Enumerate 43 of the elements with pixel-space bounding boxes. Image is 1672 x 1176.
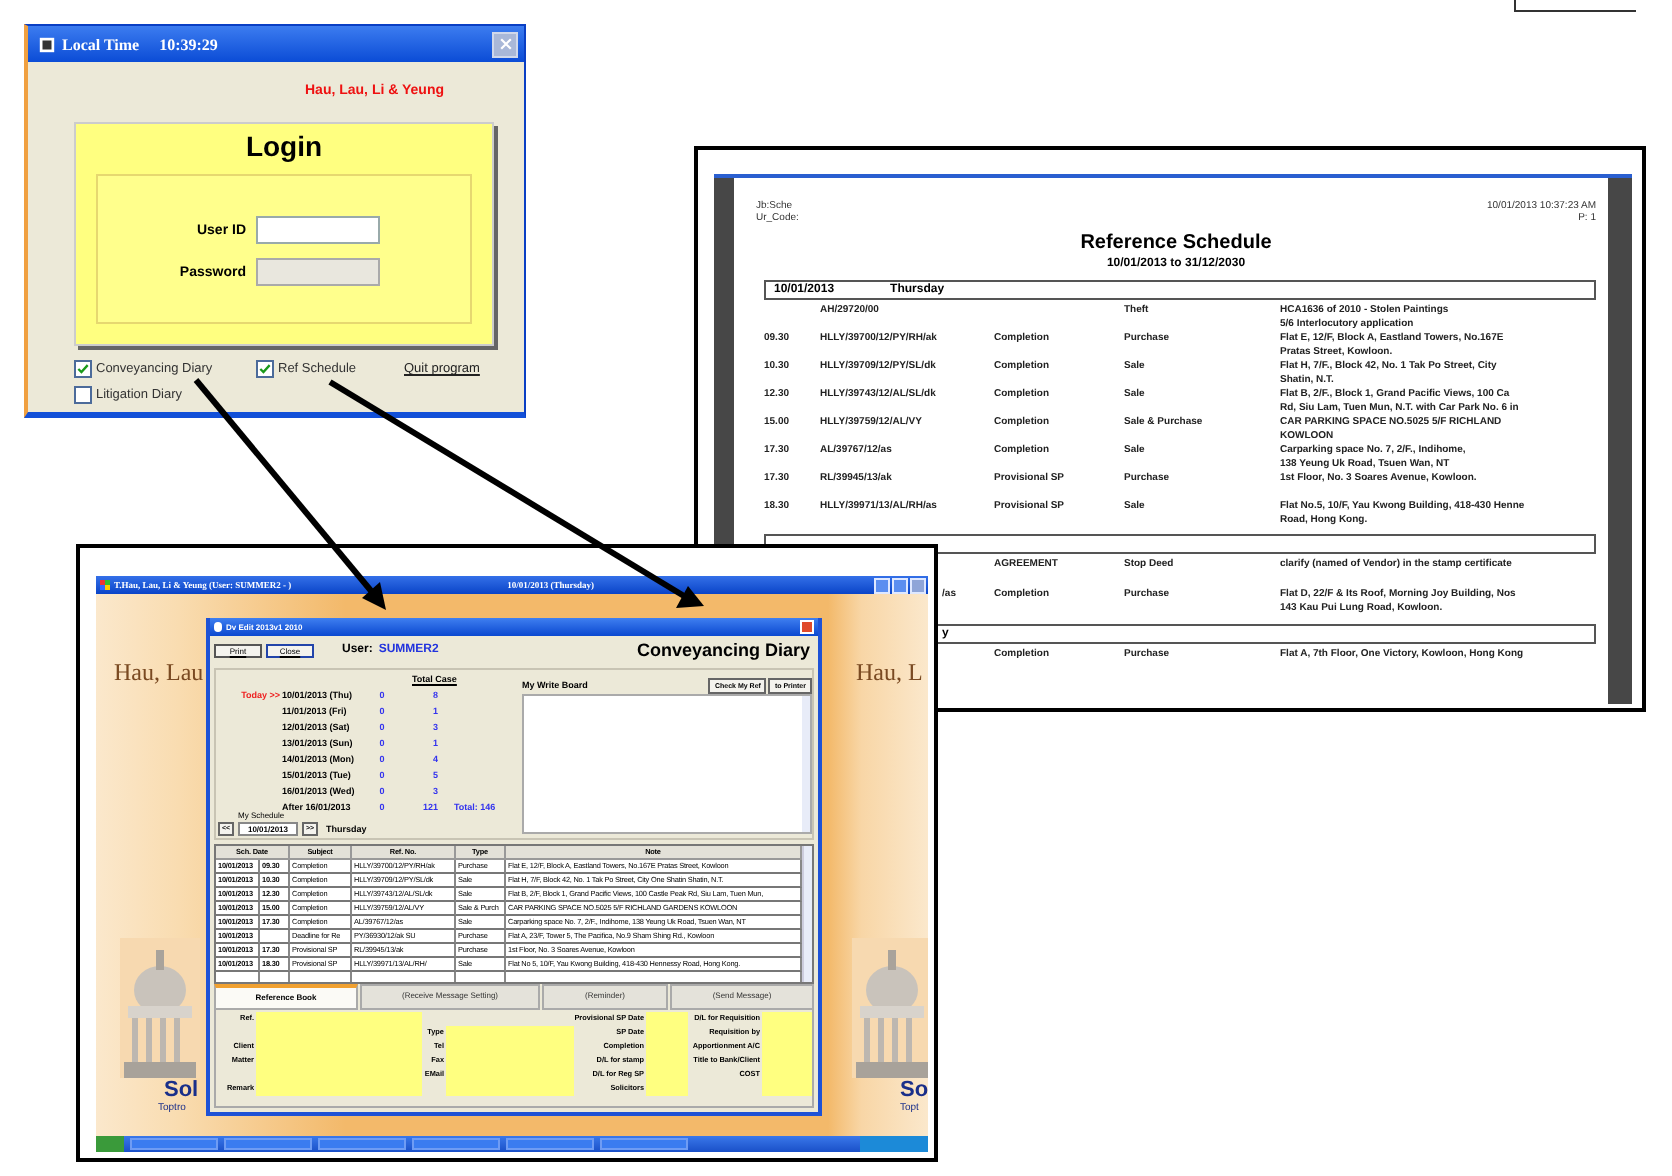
input-field[interactable] — [256, 1012, 422, 1026]
login-heading: Login — [243, 130, 325, 162]
input-field[interactable] — [446, 1026, 574, 1040]
app-icon — [214, 622, 222, 632]
minimize-button[interactable] — [874, 577, 890, 593]
checkbox[interactable] — [74, 360, 92, 378]
checkbox[interactable] — [74, 386, 92, 404]
taskbar-button[interactable] — [600, 1138, 688, 1150]
window-title: Local Time — [62, 35, 140, 53]
close-icon — [497, 36, 513, 52]
app-icon — [38, 35, 56, 53]
close-button[interactable] — [910, 577, 926, 593]
input-field[interactable] — [646, 1082, 688, 1096]
input-field[interactable] — [762, 1082, 812, 1096]
app-icon — [100, 580, 110, 590]
check-icon — [76, 362, 90, 376]
frame-edge — [1514, 0, 1636, 12]
scrollbar[interactable] — [802, 846, 812, 982]
input-field[interactable] — [446, 1082, 574, 1096]
taskbar-button[interactable] — [224, 1138, 312, 1150]
input-field[interactable] — [762, 1012, 812, 1026]
maximize-button[interactable] — [892, 577, 908, 593]
input-field[interactable] — [256, 1082, 422, 1096]
start-button[interactable] — [96, 1136, 124, 1152]
taskbar-button[interactable] — [130, 1138, 218, 1150]
check-icon — [258, 362, 272, 376]
input-field[interactable] — [256, 216, 380, 244]
backdrop-text: Hau, Lau — [114, 658, 204, 688]
backdrop-text: Hau, L — [856, 658, 923, 688]
input-field[interactable] — [646, 1012, 688, 1026]
system-tray — [860, 1136, 928, 1152]
write-board-field[interactable] — [522, 694, 812, 834]
taskbar-button[interactable] — [506, 1138, 594, 1150]
taskbar-button[interactable] — [318, 1138, 406, 1150]
brand-name: Sol — [164, 1078, 199, 1102]
close-button[interactable] — [492, 31, 518, 57]
brand-name: So — [900, 1078, 928, 1102]
scrollbar[interactable] — [802, 696, 810, 832]
taskbar-button[interactable] — [412, 1138, 500, 1150]
report-title: Reference Schedule — [1078, 232, 1274, 256]
checkbox[interactable] — [256, 360, 274, 378]
diary-heading: Conveyancing Diary — [636, 640, 810, 660]
clock-time: 10:39:29 — [159, 35, 218, 53]
